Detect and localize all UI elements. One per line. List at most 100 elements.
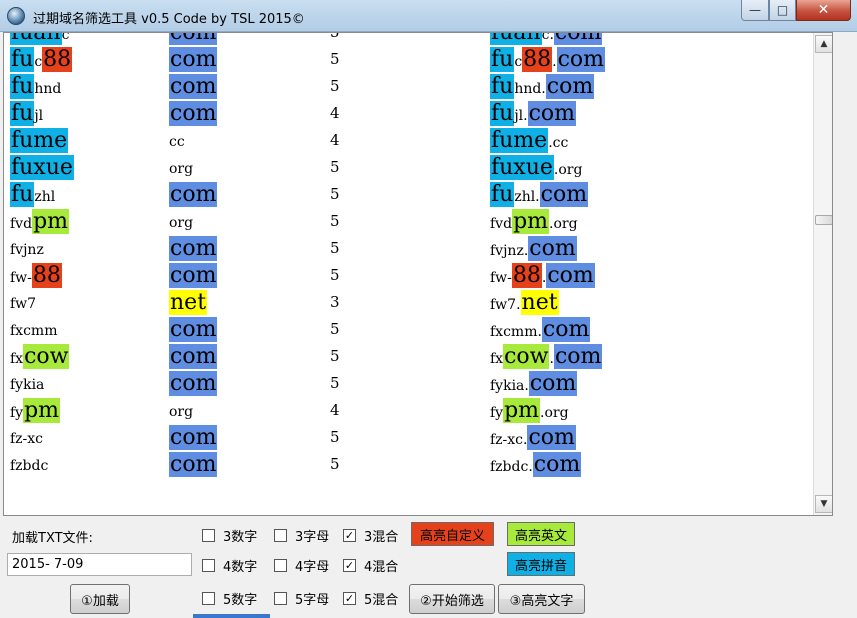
domain-row[interactable]: fuhnd com 5 fuhnd.com <box>4 73 814 100</box>
domain-name-cell: fw7 <box>10 289 36 316</box>
checkbox-box[interactable] <box>202 558 215 572</box>
checkbox-box[interactable] <box>274 558 287 572</box>
full-domain-cell: fxcmm.com <box>490 316 591 343</box>
checkbox-3-digits[interactable]: 3数字 <box>202 526 257 545</box>
text-segment: fx <box>10 351 24 367</box>
scroll-up-arrow-icon[interactable]: ▲ <box>815 35 832 53</box>
domain-row[interactable]: fxcmm com 5 fxcmm.com <box>4 316 814 343</box>
checkbox-box[interactable] <box>274 591 287 605</box>
text-segment: c. <box>541 32 554 43</box>
checkbox-3-letters[interactable]: 3字母 <box>274 526 329 545</box>
checkbox-box[interactable]: ✓ <box>343 591 356 605</box>
title-bar: 过期域名筛选工具 v0.5 Code by TSL 2015© — □ ✕ <box>0 0 857 32</box>
text-segment: jl <box>34 108 44 124</box>
text-segment: fz-xc <box>10 431 44 447</box>
domain-row[interactable]: fypm org 4 fypm.org <box>4 397 814 424</box>
domain-row[interactable]: fw-88 com 5 fw-88.com <box>4 262 814 289</box>
highlighted-segment: pm <box>23 398 61 423</box>
minimize-button[interactable]: — <box>741 0 769 21</box>
highlighted-segment: com <box>169 33 218 45</box>
full-domain-cell: fw7.net <box>490 289 559 316</box>
checkbox-5-mixed[interactable]: ✓ 5混合 <box>343 589 398 608</box>
length-cell: 5 <box>330 32 340 41</box>
scroll-down-arrow-icon[interactable]: ▼ <box>815 495 832 513</box>
domain-name-cell: fxcmm <box>10 316 57 343</box>
highlighted-segment: com <box>545 74 595 99</box>
checkbox-box[interactable] <box>202 591 215 605</box>
text-segment: . <box>552 54 557 70</box>
text-segment: fw- <box>10 270 32 286</box>
tld-cell: com <box>169 33 218 46</box>
close-button[interactable]: ✕ <box>796 0 851 21</box>
highlighted-segment: com <box>527 101 577 126</box>
highlight-custom-button[interactable]: 高亮自定义 <box>411 522 494 546</box>
domain-row[interactable]: fvjnz com 5 fvjnz.com <box>4 235 814 262</box>
highlighted-segment: com <box>169 371 218 396</box>
text-segment: c <box>514 54 523 70</box>
highlighted-segment: fume <box>10 128 69 153</box>
domain-row[interactable]: fume cc 4 fume.cc <box>4 127 814 154</box>
text-segment: fw- <box>490 270 512 286</box>
text-segment: fz-xc. <box>490 432 528 448</box>
text-segment: hnd <box>34 81 62 97</box>
text-segment: jl. <box>514 108 528 124</box>
highlighted-segment: com <box>528 371 578 396</box>
domain-row[interactable]: fykia com 5 fykia.com <box>4 370 814 397</box>
checkbox-box[interactable]: ✓ <box>343 528 356 542</box>
domain-row[interactable]: fxcow com 5 fxcow.com <box>4 343 814 370</box>
domain-row[interactable]: fuc88 com 5 fuc88.com <box>4 46 814 73</box>
tld-cell: org <box>169 154 193 181</box>
checkbox-4-letters[interactable]: 4字母 <box>274 556 329 575</box>
domain-row[interactable]: fuanc com 5 fuanc.com <box>4 32 814 46</box>
domain-row[interactable]: fujl com 4 fujl.com <box>4 100 814 127</box>
highlighted-segment: com <box>169 236 218 261</box>
domain-row[interactable]: fzbdc com 5 fzbdc.com <box>4 451 814 478</box>
domain-row[interactable]: fuxue org 5 fuxue.org <box>4 154 814 181</box>
checkbox-box[interactable]: ✓ <box>343 558 356 572</box>
app-globe-icon <box>7 7 25 25</box>
tld-cell: com <box>169 424 218 451</box>
checkbox-4-mixed[interactable]: ✓ 4混合 <box>343 556 398 575</box>
domain-row[interactable]: fvdpm org 5 fvdpm.org <box>4 208 814 235</box>
highlight-text-button[interactable]: ③高亮文字 <box>498 584 585 614</box>
text-segment: fy <box>490 405 504 421</box>
domain-name-cell: fxcow <box>10 343 70 370</box>
highlighted-segment: com <box>169 74 218 99</box>
highlighted-segment: com <box>553 33 603 45</box>
domain-row[interactable]: fw7 net 3 fw7.net <box>4 289 814 316</box>
tld-cell: com <box>169 235 218 262</box>
domain-list[interactable]: fuanc com 5 fuanc.com fuc88 com 5 fuc88.com fuhn… <box>3 32 833 516</box>
tld-cell: net <box>169 289 208 316</box>
scrollbar-thumb[interactable] <box>815 215 832 225</box>
highlighted-segment: com <box>169 182 218 207</box>
highlighted-segment: com <box>556 47 606 72</box>
checkbox-3-mixed[interactable]: ✓ 3混合 <box>343 526 398 545</box>
length-cell: 5 <box>330 158 340 176</box>
tld-cell: org <box>169 397 193 424</box>
text-segment: fx <box>490 351 504 367</box>
highlight-english-button[interactable]: 高亮英文 <box>507 522 575 546</box>
checkbox-box[interactable] <box>202 528 215 542</box>
checkbox-5-digits[interactable]: 5数字 <box>202 589 257 608</box>
highlighted-segment: 88 <box>522 47 553 72</box>
maximize-button[interactable]: □ <box>769 0 796 21</box>
highlighted-segment: fu <box>490 47 515 72</box>
highlight-pinyin-button[interactable]: 高亮拼音 <box>507 552 575 576</box>
length-cell: 4 <box>330 401 340 419</box>
load-button[interactable]: ①加载 <box>70 584 130 614</box>
start-filter-button[interactable]: ②开始筛选 <box>409 584 495 614</box>
text-segment: fvd <box>490 216 513 232</box>
text-segment: fw7. <box>490 297 521 313</box>
checkbox-box[interactable] <box>274 528 287 542</box>
vertical-scrollbar[interactable]: ▲ ▼ <box>813 33 832 515</box>
date-input[interactable]: 2015- 7-09 <box>7 553 192 576</box>
length-cell: 5 <box>330 320 340 338</box>
highlighted-segment: 88 <box>42 47 73 72</box>
load-txt-label: 加载TXT文件: <box>12 531 93 546</box>
checkbox-5-letters[interactable]: 5字母 <box>274 589 329 608</box>
domain-row[interactable]: fz-xc com 5 fz-xc.com <box>4 424 814 451</box>
checkbox-4-digits[interactable]: 4数字 <box>202 556 257 575</box>
domain-row[interactable]: fuzhl com 5 fuzhl.com <box>4 181 814 208</box>
domain-rows: fuanc com 5 fuanc.com fuc88 com 5 fuc88.com fuhn… <box>4 32 814 478</box>
text-segment: fzbdc <box>10 458 49 474</box>
